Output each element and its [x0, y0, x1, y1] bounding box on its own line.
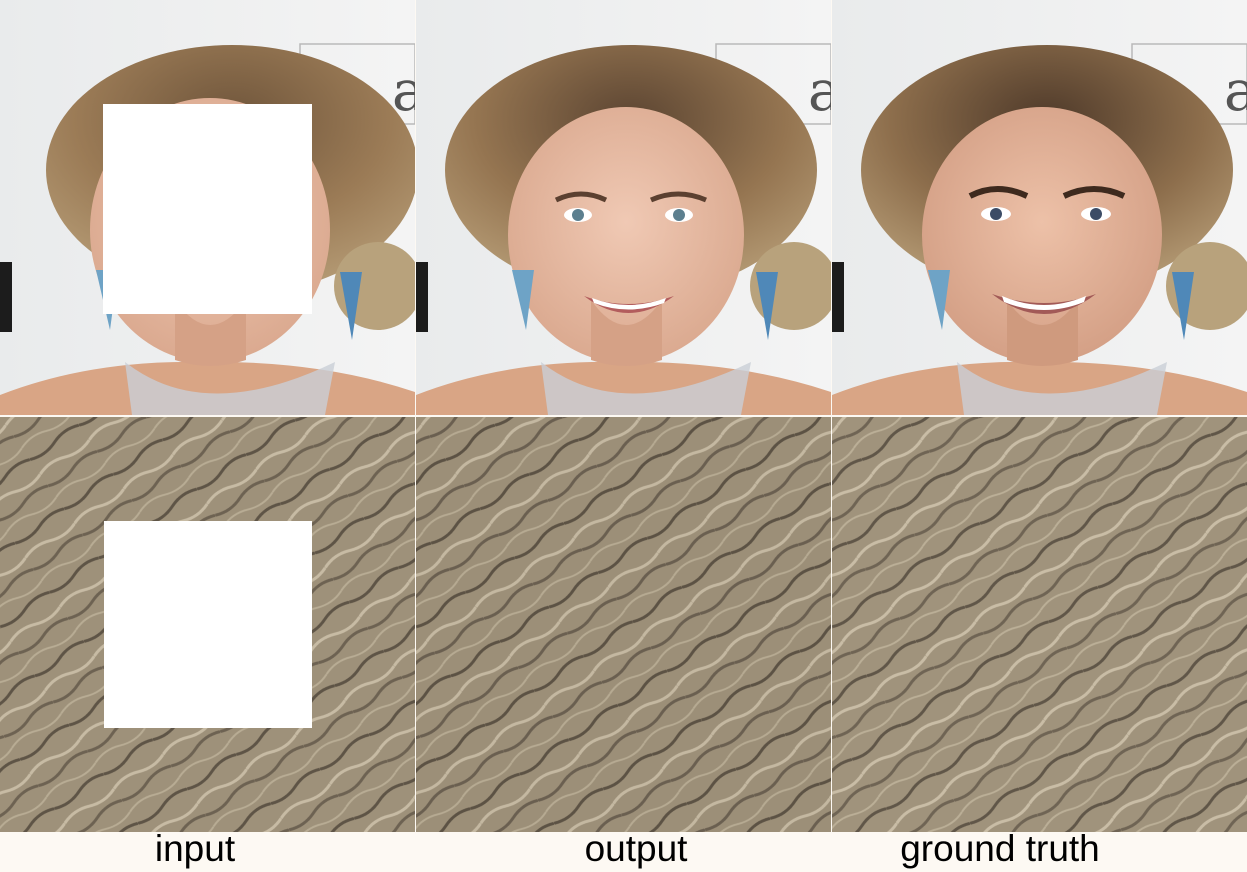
- portrait-image: a: [832, 0, 1247, 415]
- panel-input-portrait: a: [0, 0, 415, 415]
- caption-input: input: [154, 828, 236, 869]
- backdrop-letter: a: [808, 59, 831, 124]
- occlusion-mask: [103, 104, 312, 314]
- panel-input-texture: [0, 417, 415, 832]
- panel-ground-truth-texture: [832, 417, 1247, 832]
- occlusion-mask: [104, 521, 312, 728]
- caption-ground-truth: ground truth: [900, 828, 1100, 869]
- portrait-image: a: [416, 0, 831, 415]
- inpainting-comparison-figure: a a a input output ground truth: [0, 0, 1247, 871]
- panel-ground-truth-portrait: a: [832, 0, 1247, 415]
- panel-output-texture: [416, 417, 831, 832]
- panel-output-portrait: a: [416, 0, 831, 415]
- backdrop-letter: a: [1224, 59, 1247, 124]
- texture-image: [832, 417, 1247, 832]
- caption-output: output: [584, 828, 688, 869]
- texture-image: [416, 417, 831, 832]
